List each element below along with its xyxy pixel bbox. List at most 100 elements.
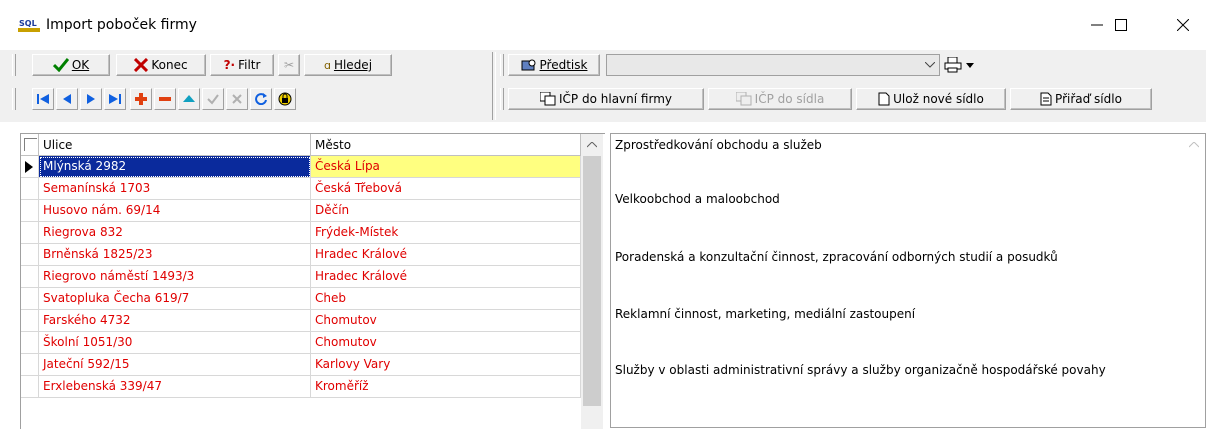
prior-record-button[interactable]: [56, 88, 78, 110]
scissors-button[interactable]: ✂: [278, 54, 300, 76]
table-row[interactable]: Riegrovo náměstí 1493/3 Hradec Králové: [21, 266, 581, 288]
table-row[interactable]: Svatopluka Čecha 619/7 Cheb: [21, 288, 581, 310]
preview-icon: [521, 59, 536, 71]
grid-vertical-scrollbar[interactable]: [581, 134, 603, 429]
refresh-button[interactable]: [250, 88, 272, 110]
toolbar-area: OK Konec ?· Filtr ✂ ɑ Hledej Předtisk IČ…: [0, 50, 1206, 122]
row-indicator[interactable]: [21, 200, 39, 222]
branches-grid[interactable]: Ulice Město Mlýnská 2982 Česká Lípa Semaní…: [20, 133, 605, 429]
insert-record-button[interactable]: [130, 88, 152, 110]
table-row[interactable]: Farského 4732 Chomutov: [21, 310, 581, 332]
last-record-button[interactable]: [104, 88, 126, 110]
hledej-button[interactable]: ɑ Hledej: [304, 54, 392, 76]
header-checkbox[interactable]: [24, 138, 37, 151]
row-indicator[interactable]: [21, 288, 39, 310]
scrollbar-thumb[interactable]: [583, 156, 601, 406]
row-indicator[interactable]: [21, 354, 39, 376]
cancel-record-button[interactable]: [226, 88, 248, 110]
cell-ulice[interactable]: Riegrova 832: [39, 222, 311, 244]
cancel-x-icon: [232, 94, 242, 104]
cell-ulice[interactable]: Mlýnská 2982: [39, 156, 311, 178]
print-dropdown-icon: [966, 62, 974, 68]
actions-grip[interactable]: [500, 88, 504, 110]
icp-sidla-button[interactable]: IČP do sídla: [708, 88, 852, 110]
activities-memo[interactable]: Zprostředkování obchodu a služeb Velkoob…: [610, 133, 1206, 428]
cell-mesto[interactable]: Hradec Králové: [311, 244, 581, 266]
cell-ulice[interactable]: Svatopluka Čecha 619/7: [39, 288, 311, 310]
toolbar-grip[interactable]: [12, 54, 16, 76]
plus-icon: [135, 93, 147, 105]
table-row[interactable]: Husovo nám. 69/14 Děčín: [21, 200, 581, 222]
column-header-ulice[interactable]: Ulice: [39, 134, 311, 156]
row-indicator[interactable]: [21, 376, 39, 398]
table-row[interactable]: Jateční 592/15 Karlovy Vary: [21, 354, 581, 376]
binoculars-icon: ɑ: [323, 58, 331, 72]
toolbar-separator: [492, 52, 496, 120]
icp-hlavni-label: IČP do hlavní firmy: [559, 92, 672, 106]
print-grip[interactable]: [500, 54, 504, 76]
table-row[interactable]: Erxlebenská 339/47 Kroměříž: [21, 376, 581, 398]
delete-record-button[interactable]: [154, 88, 176, 110]
maximize-button[interactable]: [1098, 10, 1144, 40]
cell-ulice[interactable]: Školní 1051/30: [39, 332, 311, 354]
next-record-button[interactable]: [80, 88, 102, 110]
cell-mesto[interactable]: Děčín: [311, 200, 581, 222]
edit-record-button[interactable]: [178, 88, 200, 110]
post-record-button[interactable]: [202, 88, 224, 110]
prior-icon: [63, 94, 71, 104]
cell-ulice[interactable]: Jateční 592/15: [39, 354, 311, 376]
ok-button[interactable]: OK: [32, 54, 110, 76]
memo-scroll-up-icon[interactable]: [1189, 142, 1199, 148]
cell-ulice[interactable]: Husovo nám. 69/14: [39, 200, 311, 222]
cell-mesto[interactable]: Karlovy Vary: [311, 354, 581, 376]
predtisk-button[interactable]: Předtisk: [508, 54, 600, 76]
cell-mesto[interactable]: Česká Lípa: [311, 156, 581, 178]
cell-mesto[interactable]: Cheb: [311, 288, 581, 310]
uloz-sidlo-button[interactable]: Ulož nové sídlo: [856, 88, 1006, 110]
row-indicator[interactable]: [21, 332, 39, 354]
cell-mesto[interactable]: Hradec Králové: [311, 266, 581, 288]
report-select[interactable]: [606, 54, 940, 76]
cell-mesto[interactable]: Frýdek-Místek: [311, 222, 581, 244]
table-row[interactable]: Školní 1051/30 Chomutov: [21, 332, 581, 354]
select-all-checkbox-cell[interactable]: [21, 134, 39, 156]
cell-ulice[interactable]: Semanínská 1703: [39, 178, 311, 200]
prirad-sidlo-button[interactable]: Přiřaď sídlo: [1010, 88, 1152, 110]
cell-ulice[interactable]: Erxlebenská 339/47: [39, 376, 311, 398]
table-row[interactable]: Brněnská 1825/23 Hradec Králové: [21, 244, 581, 266]
konec-button[interactable]: Konec: [116, 54, 206, 76]
cell-ulice[interactable]: Riegrovo náměstí 1493/3: [39, 266, 311, 288]
sql-app-icon: SQL: [18, 17, 40, 33]
icp-sidla-label: IČP do sídla: [754, 92, 825, 106]
navigator-grip[interactable]: [12, 88, 16, 110]
table-row[interactable]: Mlýnská 2982 Česká Lípa: [21, 156, 581, 178]
cell-mesto[interactable]: Chomutov: [311, 332, 581, 354]
close-button[interactable]: [1160, 10, 1206, 40]
column-header-mesto[interactable]: Město: [311, 134, 581, 156]
cell-mesto[interactable]: Chomutov: [311, 310, 581, 332]
table-row[interactable]: Riegrova 832 Frýdek-Místek: [21, 222, 581, 244]
lock-icon: [278, 92, 292, 106]
cell-mesto[interactable]: Česká Třebová: [311, 178, 581, 200]
cell-ulice[interactable]: Brněnská 1825/23: [39, 244, 311, 266]
lock-button[interactable]: [274, 88, 296, 110]
cell-mesto[interactable]: Kroměříž: [311, 376, 581, 398]
row-indicator[interactable]: [21, 266, 39, 288]
first-record-button[interactable]: [32, 88, 54, 110]
table-row[interactable]: Semanínská 1703 Česká Třebová: [21, 178, 581, 200]
row-indicator[interactable]: [21, 156, 39, 178]
chevron-down-icon: [925, 62, 935, 68]
row-indicator[interactable]: [21, 178, 39, 200]
scroll-up-icon[interactable]: [587, 142, 597, 148]
navigator-toolbar: [32, 86, 412, 112]
row-indicator[interactable]: [21, 310, 39, 332]
memo-line: Velkoobchod a maloobchod: [615, 192, 780, 206]
filtr-button[interactable]: ?· Filtr: [210, 54, 274, 76]
icp-hlavni-button[interactable]: IČP do hlavní firmy: [508, 88, 704, 110]
row-indicator[interactable]: [21, 222, 39, 244]
refresh-icon: [255, 93, 267, 105]
konec-label: Konec: [151, 58, 188, 72]
cell-ulice[interactable]: Farského 4732: [39, 310, 311, 332]
row-indicator[interactable]: [21, 244, 39, 266]
print-button[interactable]: [944, 54, 984, 76]
